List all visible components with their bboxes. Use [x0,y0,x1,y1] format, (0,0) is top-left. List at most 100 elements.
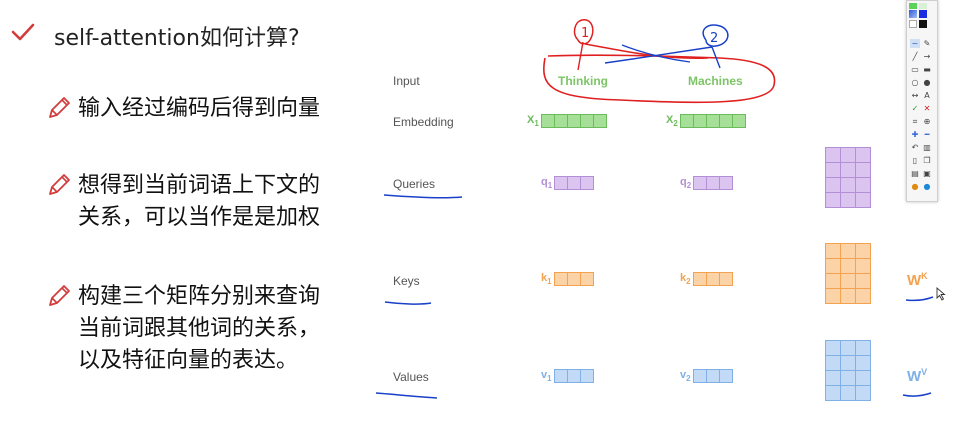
pen-icon[interactable]: ~ [910,39,920,48]
value-matrix-cell [841,386,855,400]
new-page-icon[interactable]: ▯ [910,156,920,165]
value-cell [579,369,594,384]
value-matrix-cell [856,341,870,355]
key-cell [553,272,568,287]
double-arrow-icon[interactable]: ↔ [910,91,920,100]
color-swatch-light[interactable] [919,3,927,9]
pencil-icon [49,97,70,118]
embedding-cell [705,114,720,129]
filled-ellipse-icon[interactable]: ● [922,78,932,87]
zoom-icon[interactable]: ⊕ [922,117,932,126]
value-vector-1: v1 [541,369,594,383]
embedding-cell [679,114,694,129]
query-matrix-cell [826,178,840,192]
query-matrix-cell [856,163,870,177]
value-matrix-cell [841,356,855,370]
key-vector-2: k2 [680,272,733,286]
key-matrix-cell [841,274,855,288]
undo-icon[interactable]: ↶ [910,143,920,152]
key-matrix-cell [856,274,870,288]
query-weight-matrix [825,147,871,208]
key-cell [718,272,733,287]
cross-icon[interactable]: ✕ [922,104,932,113]
embedding-vector-1-label: X1 [527,114,539,129]
circled-2-mark [702,24,729,47]
embedding-cell [553,114,568,129]
underline-keys [384,301,432,305]
value-cell [692,369,707,384]
embedding-cell [731,114,746,129]
key-matrix-cell [826,244,840,258]
color-swatch-white[interactable] [909,20,917,28]
settings-icon[interactable]: ● [910,182,920,191]
query-matrix-cell [856,178,870,192]
embedding-cell [566,114,581,129]
query-cell [693,176,708,191]
ellipse-icon[interactable]: ○ [910,78,920,87]
blue-cross-line-2 [621,44,691,63]
color-swatch-blue[interactable] [919,10,927,18]
embedding-cell [579,114,594,129]
key-vector-2-label: k2 [680,272,691,287]
underline-wk [905,296,934,302]
query-matrix-cell [826,163,840,177]
delete-icon[interactable]: ▥ [922,143,932,152]
bullet-3-line-1: 构建三个矩阵分别来查询 [78,284,321,309]
eraser-icon[interactable]: ✎ [922,39,932,48]
query-cell [580,176,595,191]
key-cell [566,272,581,287]
query-matrix-cell [856,148,870,162]
plus-icon[interactable]: ✚ [910,130,920,139]
value-vector-2-label: v2 [680,369,691,384]
key-matrix-cell [826,289,840,303]
crop-icon[interactable]: ⌗ [910,117,920,126]
line-icon[interactable]: ╱ [910,52,920,61]
key-matrix-cell [841,289,855,303]
copy-icon[interactable]: ❐ [922,156,932,165]
save-icon[interactable]: ▣ [922,169,932,178]
query-matrix-cell [841,193,855,207]
query-vector-2: q2 [680,176,734,191]
text-icon[interactable]: A [922,91,932,100]
rect-icon[interactable]: ▭ [910,65,920,74]
blue-cross-line-1 [604,46,713,64]
info-icon[interactable]: ● [922,182,932,191]
row-label-embedding: Embedding [393,115,454,129]
embedding-vector-1: X1 [527,114,607,128]
row-label-keys: Keys [393,274,420,288]
color-swatch-green[interactable] [909,3,917,9]
key-cell [692,272,707,287]
key-cell [705,272,720,287]
circled-2-text: 2 [710,31,718,46]
key-matrix-cell [841,244,855,258]
filled-rect-icon[interactable]: ▬ [922,65,932,74]
underline-values [375,392,438,399]
color-swatch-black[interactable] [919,20,927,28]
value-vector-2: v2 [680,369,733,383]
query-vector-2-label: q2 [680,176,692,191]
pencil-icon [49,285,70,306]
arrow-icon[interactable]: → [922,52,932,61]
value-matrix-cell [856,386,870,400]
embedding-cell [692,114,707,129]
circled-1-mark [573,19,594,45]
color-swatch-blue-gradient[interactable] [909,10,917,18]
query-vector-1-label: q1 [541,176,553,191]
key-matrix-cell [826,274,840,288]
value-matrix-cell [826,356,840,370]
print-icon[interactable]: ▤ [910,169,920,178]
embedding-cell [540,114,555,129]
check-icon[interactable]: ✓ [910,104,920,113]
key-matrix-cell [856,244,870,258]
query-matrix-cell [826,148,840,162]
minus-icon[interactable]: ━ [922,130,932,139]
key-matrix-cell [856,289,870,303]
key-cell [579,272,594,287]
bullet-3-line-2: 当前词跟其他词的关系， [78,316,321,341]
value-vector-1-label: v1 [541,369,552,384]
key-weight-matrix [825,243,871,304]
row-label-input: Input [393,74,420,88]
word-machines: Machines [688,74,743,88]
value-matrix-cell [826,341,840,355]
key-matrix-cell [826,259,840,273]
